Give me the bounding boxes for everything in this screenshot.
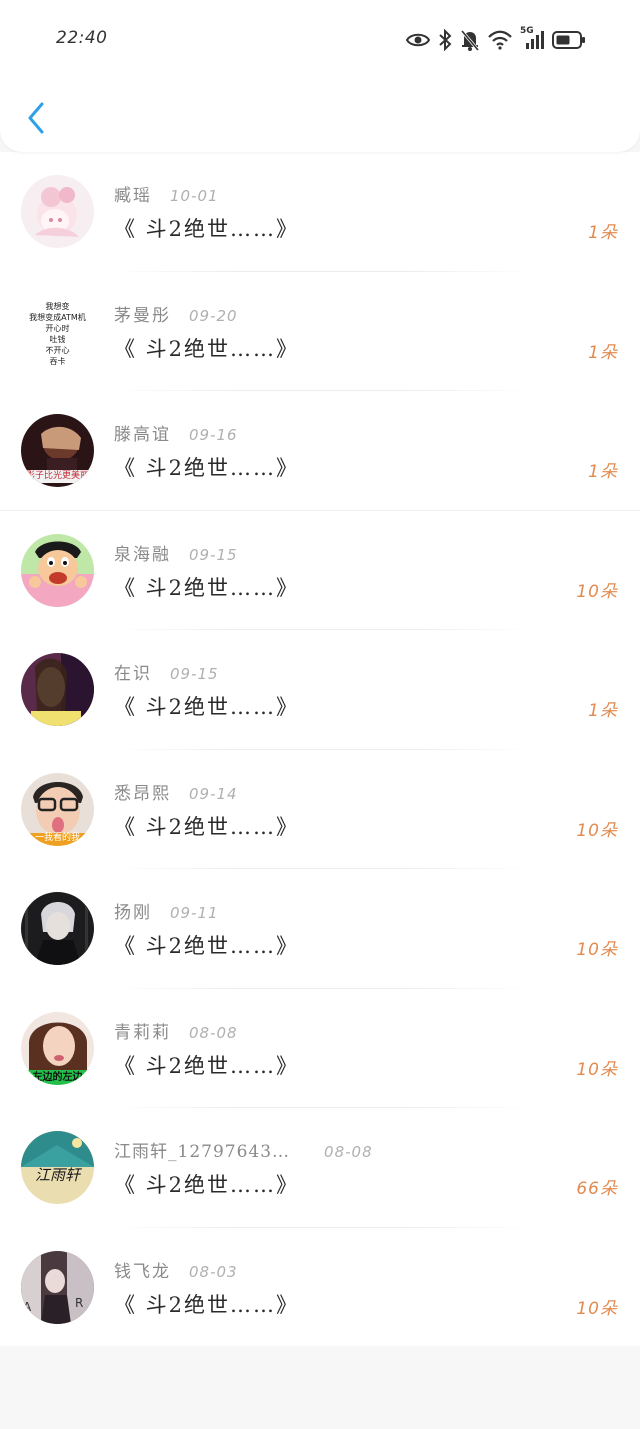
signal-group: 5G [520, 26, 544, 51]
gift-date: 09-15 [170, 665, 219, 683]
sender-line: 在识 09-15 [114, 659, 219, 684]
gift-date: 09-15 [189, 545, 238, 564]
gift-date: 08-08 [189, 1023, 238, 1042]
status-icons: 5G [406, 26, 586, 54]
book-title: 《 斗2绝世……》 [114, 456, 300, 480]
list-item[interactable]: 江雨轩 江雨轩_12797643… 08-08 《 斗2绝世……》 66朵 [0, 1108, 640, 1228]
sender-name: 臧瑶 [114, 186, 152, 206]
sender-line: 扬刚 09-11 [114, 898, 219, 923]
sender-name: 悉昂熙 [114, 783, 171, 804]
book-title: 《 斗2绝世……》 [114, 1292, 300, 1317]
list-item[interactable]: 在识 09-15 《 斗2绝世……》 1朵 [0, 630, 640, 750]
sender-line: 青莉莉 08-08 [114, 1018, 238, 1043]
avatar[interactable]: 左边的左边 [21, 1011, 94, 1085]
list-item[interactable]: 左边的左边 青莉莉 08-08 《 斗2绝世……》 10朵 [0, 989, 640, 1108]
signal-icon [526, 31, 544, 49]
gift-date: 10-01 [170, 187, 219, 205]
book-title: 《 斗2绝世……》 [114, 814, 300, 839]
avatar-text: 我想变 我想变成ATM机 开心时 吐钱 不开心 吞卡 [29, 301, 86, 366]
flower-gift-list: 臧瑶 10-01 《 斗2绝世……》 1朵 我想变 我想变成ATM机 开心时 吐… [0, 152, 640, 1346]
wifi-icon [488, 30, 512, 50]
gift-date: 09-20 [189, 306, 238, 325]
flower-count: 10朵 [576, 940, 618, 960]
svg-text:R: R [75, 1296, 83, 1310]
flower-count: 1朵 [588, 701, 618, 721]
eye-icon [406, 33, 430, 47]
sender-name: 泉海融 [114, 544, 171, 565]
gift-date: 08-03 [189, 1262, 238, 1281]
list-item[interactable]: 臧瑶 10-01 《 斗2绝世……》 1朵 [0, 152, 640, 272]
book-title: 《 斗2绝世……》 [114, 575, 300, 600]
list-item[interactable]: 扬刚 09-11 《 斗2绝世……》 10朵 [0, 869, 640, 989]
flower-count: 10朵 [576, 1059, 618, 1080]
sender-line: 悉昂熙 09-14 [114, 779, 238, 804]
flower-count: 10朵 [576, 581, 618, 602]
avatar-caption: 江雨轩 [34, 1166, 80, 1184]
sender-line: 钱飞龙 08-03 [114, 1257, 238, 1282]
avatar[interactable]: 江雨轩 [21, 1131, 94, 1204]
avatar-caption: 左边的左边 [32, 1071, 83, 1083]
avatar-caption: 一我看的我 [34, 832, 80, 843]
book-title: 《 斗2绝世……》 [114, 934, 300, 958]
flower-count: 1朵 [588, 342, 618, 363]
avatar[interactable] [21, 653, 94, 726]
sender-name: 在识 [114, 664, 152, 684]
gift-date: 09-14 [189, 784, 238, 803]
book-title: 《 斗2绝世……》 [114, 217, 300, 241]
list-item[interactable]: 泉海融 09-15 《 斗2绝世……》 10朵 [0, 511, 640, 630]
sender-line: 臧瑶 10-01 [114, 181, 219, 206]
list-item[interactable]: A R 钱飞龙 08-03 《 斗2绝世……》 10朵 [0, 1228, 640, 1348]
bluetooth-icon [439, 29, 452, 51]
gift-date: 09-11 [170, 904, 219, 922]
gift-date: 08-08 [324, 1143, 373, 1161]
flower-count: 10朵 [576, 820, 618, 841]
sender-line: 滕高谊 09-16 [114, 420, 238, 445]
avatar[interactable] [21, 892, 94, 965]
sender-name: 扬刚 [114, 903, 152, 923]
book-title: 《 斗2绝世……》 [114, 1173, 300, 1197]
battery-icon [552, 31, 585, 49]
list-item[interactable]: 我想变 我想变成ATM机 开心时 吐钱 不开心 吞卡 茅曼彤 09-20 《 斗… [0, 272, 640, 391]
flower-count: 10朵 [576, 1298, 618, 1319]
avatar[interactable] [21, 175, 94, 248]
flower-count: 1朵 [588, 462, 618, 482]
sender-name: 滕高谊 [114, 425, 171, 445]
bell-muted-icon [460, 30, 480, 51]
sender-line: 江雨轩_12797643… 08-08 [114, 1137, 373, 1162]
app-header: 22:40 5G [0, 0, 640, 152]
flower-count: 1朵 [588, 223, 618, 243]
flower-count: 66朵 [576, 1179, 618, 1199]
avatar[interactable]: A R [21, 1250, 94, 1324]
status-time: 22:40 [56, 28, 108, 48]
avatar[interactable]: 影子比光更美丽 [21, 414, 94, 487]
book-title: 《 斗2绝世……》 [114, 695, 300, 719]
back-button[interactable] [18, 96, 54, 140]
avatar-caption: 影子比光更美丽 [25, 471, 89, 481]
avatar[interactable]: 我想变 我想变成ATM机 开心时 吐钱 不开心 吞卡 [21, 294, 94, 368]
book-title: 《 斗2绝世……》 [114, 336, 300, 361]
avatar[interactable]: 一我看的我 [21, 772, 94, 846]
sender-name: 青莉莉 [114, 1022, 171, 1043]
sender-line: 泉海融 09-15 [114, 540, 238, 565]
chevron-left-icon [28, 102, 44, 134]
gift-date: 09-16 [189, 426, 238, 444]
list-item[interactable]: 影子比光更美丽 滕高谊 09-16 《 斗2绝世……》 1朵 [0, 391, 640, 511]
sender-name: 钱飞龙 [114, 1261, 171, 1282]
list-item[interactable]: 一我看的我 悉昂熙 09-14 《 斗2绝世……》 10朵 [0, 750, 640, 869]
sender-line: 茅曼彤 09-20 [114, 301, 238, 326]
svg-text:A: A [23, 1300, 32, 1314]
sender-name: 江雨轩_12797643… [114, 1142, 291, 1162]
sender-name: 茅曼彤 [114, 305, 171, 326]
book-title: 《 斗2绝世……》 [114, 1053, 300, 1078]
avatar[interactable] [21, 533, 94, 607]
